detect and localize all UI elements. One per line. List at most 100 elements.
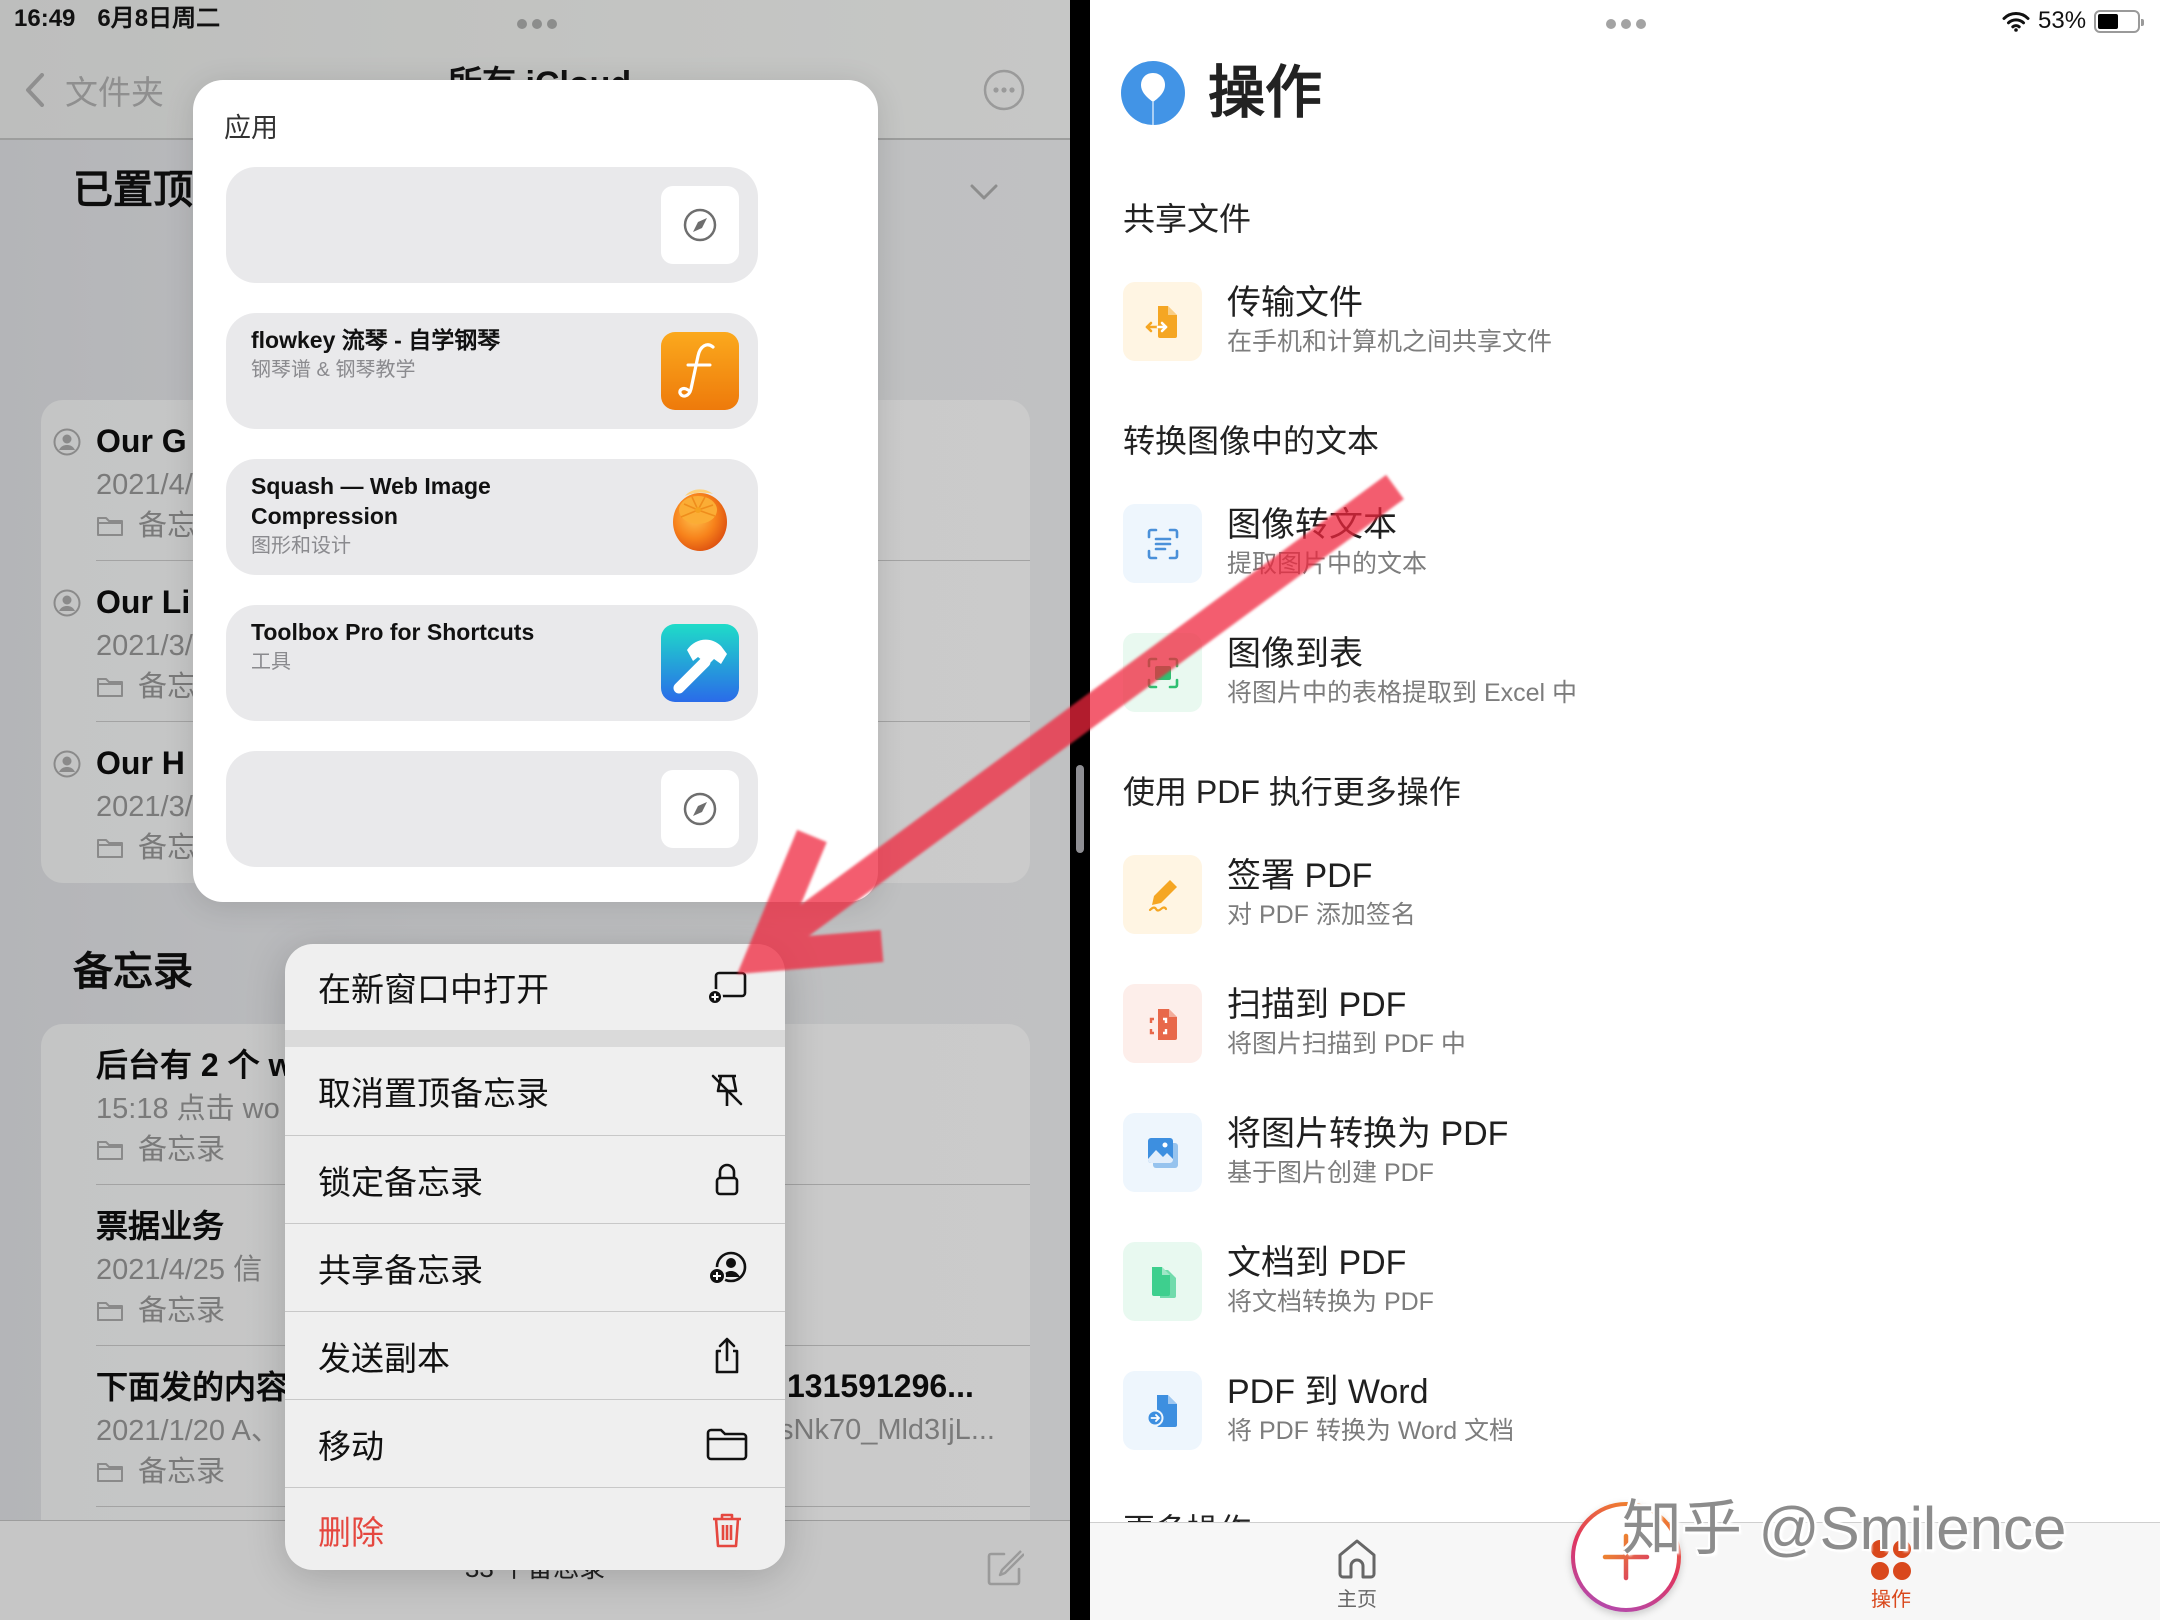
compose-note-button[interactable] xyxy=(984,1548,1024,1588)
notes-section-heading: 备忘录 xyxy=(73,950,193,994)
folder-icon xyxy=(96,837,124,859)
app-suggestions-heading: 应用 xyxy=(224,113,278,143)
folder-icon xyxy=(96,676,124,698)
balloon-app-icon xyxy=(1121,61,1185,125)
action-transfer-files[interactable]: 传输文件 在手机和计算机之间共享文件 xyxy=(1123,282,2123,361)
action-subtitle: 在手机和计算机之间共享文件 xyxy=(1227,328,1553,356)
menu-item-delete[interactable]: 删除 xyxy=(285,1487,785,1570)
tab-actions[interactable]: 操作 xyxy=(1811,1523,1971,1620)
action-title: 图像到表 xyxy=(1227,635,1363,673)
action-pdf-to-word[interactable]: PDF 到 Word 将 PDF 转换为 Word 文档 xyxy=(1123,1371,2123,1450)
app-card[interactable]: Toolbox Pro for Shortcuts 工具 xyxy=(226,605,758,721)
image-pdf-icon xyxy=(1143,1133,1183,1173)
wifi-icon xyxy=(2002,10,2030,32)
create-button[interactable] xyxy=(1571,1502,1681,1612)
note-folder-name: 备忘录 xyxy=(138,1134,226,1166)
action-title: 文档到 PDF xyxy=(1227,1244,1407,1282)
toolbox-pro-icon xyxy=(661,624,739,702)
action-subtitle: 提取图片中的文本 xyxy=(1227,550,1428,578)
note-context-menu: 在新窗口中打开 取消置顶备忘录 锁定备忘录 共享备忘录 发送副本 移动 删除 xyxy=(285,944,785,1570)
battery-icon xyxy=(2094,9,2145,33)
action-subtitle: 将图片扫描到 PDF 中 xyxy=(1227,1030,1466,1058)
sign-pen-icon xyxy=(1143,875,1183,915)
back-button-label: 文件夹 xyxy=(65,74,164,111)
split-view-divider[interactable] xyxy=(1070,0,1090,1620)
action-sign-pdf[interactable]: 签署 PDF 对 PDF 添加签名 xyxy=(1123,855,2123,934)
actions-icon xyxy=(1867,1535,1915,1583)
pdf-word-icon xyxy=(1143,1391,1183,1431)
ellipsis-circle-icon xyxy=(983,69,1025,111)
menu-item-unpin[interactable]: 取消置顶备忘录 xyxy=(285,1047,785,1135)
status-bar-right: 53% xyxy=(2002,6,2145,36)
page-title: 操作 xyxy=(1208,61,1322,125)
battery-percent: 53% xyxy=(2038,7,2087,34)
folder-icon xyxy=(96,515,124,537)
menu-section-separator xyxy=(285,1030,785,1047)
shared-person-icon xyxy=(53,428,81,456)
menu-item-lock[interactable]: 锁定备忘录 xyxy=(285,1135,785,1223)
action-title: 传输文件 xyxy=(1227,284,1363,322)
action-image-to-pdf[interactable]: 将图片转换为 PDF 基于图片创建 PDF xyxy=(1123,1113,2123,1192)
split-view-drag-handle[interactable] xyxy=(1076,765,1084,853)
new-window-icon xyxy=(705,967,749,1007)
tab-label: 操作 xyxy=(1871,1589,1911,1611)
menu-item-send-copy[interactable]: 发送副本 xyxy=(285,1311,785,1399)
action-scan-to-pdf[interactable]: 扫描到 PDF 将图片扫描到 PDF 中 xyxy=(1123,984,2123,1063)
plus-icon xyxy=(1601,1532,1651,1582)
icon-tile xyxy=(1123,504,1202,583)
action-image-to-text[interactable]: 图像转文本 提取图片中的文本 xyxy=(1123,504,2123,583)
doc-pdf-icon xyxy=(1143,1262,1183,1302)
section-header: 转换图像中的文本 xyxy=(1123,423,1380,459)
action-title: PDF 到 Word xyxy=(1227,1373,1429,1411)
ipad-split-view: 16:496月8日周二 文件夹 所有 iCloud 已置顶 xyxy=(0,0,2160,1620)
menu-item-move[interactable]: 移动 xyxy=(285,1399,785,1487)
pinned-section-heading: 已置顶 xyxy=(73,168,193,212)
note-title-tail: 131591296... xyxy=(787,1368,974,1404)
compose-icon xyxy=(984,1548,1024,1588)
menu-item-label: 共享备忘录 xyxy=(318,1251,483,1289)
status-time: 16:49 xyxy=(14,5,76,32)
page-header: 操作 xyxy=(1121,61,1322,125)
squash-icon xyxy=(661,478,739,556)
flowkey-icon xyxy=(661,332,739,410)
icon-tile xyxy=(1123,1113,1202,1192)
chevron-down-icon xyxy=(970,184,998,200)
app-card[interactable]: flowkey 流琴 - 自学钢琴 钢琴谱 & 钢琴教学 xyxy=(226,313,758,429)
text-scan-icon xyxy=(1143,524,1183,564)
pinned-collapse-toggle[interactable] xyxy=(970,184,998,200)
action-subtitle: 将图片中的表格提取到 Excel 中 xyxy=(1227,679,1578,707)
action-doc-to-pdf[interactable]: 文档到 PDF 将文档转换为 PDF xyxy=(1123,1242,2123,1321)
folder-icon xyxy=(705,1424,749,1464)
share-icon xyxy=(705,1336,749,1376)
app-card[interactable]: Squash — Web Image Compression 图形和设计 xyxy=(226,459,758,575)
compass-icon xyxy=(680,205,720,245)
app-card[interactable] xyxy=(226,167,758,283)
tab-home[interactable]: 主页 xyxy=(1277,1523,1437,1620)
menu-item-label: 在新窗口中打开 xyxy=(318,971,549,1008)
battery-fill xyxy=(2098,13,2119,29)
action-sections: 共享文件 传输文件 在手机和计算机之间共享文件 转换图像中的文本 图像转文本 提 xyxy=(1123,189,2123,1593)
multitasking-handle[interactable] xyxy=(1606,19,1646,29)
status-date: 6月8日周二 xyxy=(97,5,221,32)
note-folder-name: 备忘录 xyxy=(138,1295,226,1327)
action-title: 扫描到 PDF xyxy=(1227,986,1407,1024)
action-image-to-table[interactable]: 图像到表 将图片中的表格提取到 Excel 中 xyxy=(1123,633,2123,712)
menu-item-share-note[interactable]: 共享备忘录 xyxy=(285,1223,785,1311)
menu-item-label: 锁定备忘录 xyxy=(318,1163,483,1201)
menu-item-label: 发送副本 xyxy=(318,1339,450,1377)
menu-item-open-new-window[interactable]: 在新窗口中打开 xyxy=(285,944,785,1030)
compass-icon xyxy=(680,789,720,829)
more-options-button[interactable] xyxy=(983,69,1025,111)
multitasking-handle[interactable] xyxy=(517,19,557,29)
action-subtitle: 将 PDF 转换为 Word 文档 xyxy=(1227,1417,1515,1445)
icon-tile xyxy=(1123,633,1202,712)
folder-icon xyxy=(96,1139,124,1161)
trash-icon xyxy=(705,1510,749,1550)
action-subtitle: 将文档转换为 PDF xyxy=(1227,1288,1434,1316)
folder-icon xyxy=(96,1461,124,1483)
action-title: 图像转文本 xyxy=(1227,506,1397,544)
app-card[interactable] xyxy=(226,751,758,867)
back-button[interactable]: 文件夹 xyxy=(25,70,164,111)
section-header: 使用 PDF 执行更多操作 xyxy=(1123,774,1461,810)
action-subtitle: 基于图片创建 PDF xyxy=(1227,1159,1434,1187)
